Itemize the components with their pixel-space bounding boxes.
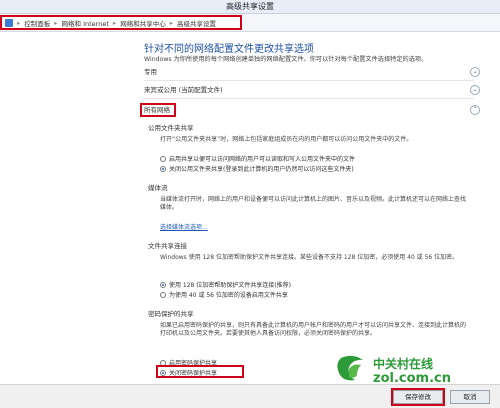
- chevron-down-icon[interactable]: ⌄: [470, 85, 480, 95]
- profile-private[interactable]: 专用 ⌄: [144, 66, 480, 78]
- control-panel-icon: [5, 18, 13, 27]
- profile-guest-public[interactable]: 来宾或公用 (当前配置文件) ⌄: [144, 84, 480, 96]
- divider: [144, 80, 474, 81]
- public-sharing-on-option[interactable]: 启用共享以便可以访问网络的用户可以读取和写入公用文件夹中的文件: [160, 154, 355, 163]
- chevron-up-icon[interactable]: ⌃: [470, 105, 480, 115]
- watermark-line2: zol.com.cn: [373, 371, 451, 385]
- public-folder-sharing-title: 公用文件夹共享: [148, 124, 194, 132]
- highlight-box: [391, 388, 445, 406]
- save-button[interactable]: 保存修改: [391, 388, 445, 406]
- media-streaming-options-link[interactable]: 选择媒体流选项...: [160, 222, 208, 231]
- crumb-separator: ▸: [54, 18, 58, 27]
- radio-button-selected[interactable]: [160, 369, 166, 376]
- crumb-separator: ▸: [17, 18, 21, 27]
- profile-private-label: 专用: [144, 68, 157, 76]
- media-streaming-desc: 当媒体流打开时，网络上的用户和设备便可以访问此计算机上的图片、音乐以及视频。此计…: [160, 196, 467, 211]
- footer-bar: 保存修改 取消: [0, 384, 500, 408]
- file-sharing-connection-desc: Windows 使用 128 位加密帮助保护文件共享连接。某些设备不支持 128…: [160, 254, 459, 261]
- page-description: Windows 为你所使用的每个网络创建单独的网络配置文件。你可以针对每个配置文…: [144, 56, 428, 63]
- highlight-box: [140, 103, 176, 117]
- encryption-40-56-option[interactable]: 为使用 40 或 56 位加密的设备启用文件共享: [160, 290, 288, 299]
- encryption-128-label: 使用 128 位加密帮助保护文件共享连接(推荐): [169, 282, 291, 289]
- encryption-40-56-label: 为使用 40 或 56 位加密的设备启用文件共享: [169, 292, 288, 299]
- password-sharing-desc: 如果已启用密码保护的共享，则只有具备此计算机的用户帐户和密码的用户才可以访问共享…: [160, 322, 467, 337]
- settings-content: 针对不同的网络配置文件更改共享选项 Windows 为你所使用的每个网络创建单独…: [0, 32, 500, 384]
- highlight-box: [156, 365, 244, 378]
- crumb-advanced-sharing[interactable]: 高级共享设置: [177, 18, 216, 28]
- radio-button-selected[interactable]: [160, 165, 166, 172]
- chevron-down-icon[interactable]: ⌄: [470, 67, 480, 77]
- crumb-separator: ▸: [112, 18, 117, 27]
- profile-guest-public-label: 来宾或公用 (当前配置文件): [144, 86, 223, 94]
- cancel-button-label: 取消: [463, 393, 477, 401]
- breadcrumb[interactable]: ▸ 控制面板 ▸ 网络和 Internet ▸ 网络和共享中心 ▸ 高级共享设置: [0, 15, 242, 30]
- media-streaming-title: 媒体流: [148, 184, 168, 192]
- file-sharing-connection-title: 文件共享连接: [148, 242, 187, 250]
- password-sharing-title: 密码保护的共享: [148, 310, 194, 318]
- profile-all-networks[interactable]: 所有网络 ⌃: [140, 103, 480, 117]
- window-titlebar: 高级共享设置: [0, 0, 500, 14]
- zol-logo-icon: [337, 355, 363, 381]
- zol-watermark: 中关村在线 zol.com.cn: [337, 355, 451, 385]
- radio-button-selected[interactable]: [160, 281, 166, 288]
- page-title: 针对不同的网络配置文件更改共享选项: [144, 44, 314, 55]
- crumb-control-panel[interactable]: 控制面板: [24, 18, 50, 28]
- public-folder-sharing-desc: 打开“公用文件夹共享”时，网络上包括家庭组成员在内的用户都可以访问公用文件夹中的…: [160, 136, 413, 143]
- encryption-128-option[interactable]: 使用 128 位加密帮助保护文件共享连接(推荐): [160, 280, 291, 289]
- watermark-line1: 中关村在线: [373, 356, 433, 371]
- public-sharing-off-label: 关闭公用文件夹共享(登录到此计算机的用户仍然可以访问这些文件夹): [169, 166, 354, 173]
- public-sharing-on-label: 启用共享以便可以访问网络的用户可以读取和写入公用文件夹中的文件: [169, 156, 356, 163]
- crumb-separator: ▸: [169, 18, 173, 27]
- crumb-network-sharing-center[interactable]: 网络和共享中心: [120, 18, 166, 28]
- divider: [144, 98, 474, 99]
- cancel-button[interactable]: 取消: [450, 390, 490, 404]
- address-bar: ▸ 控制面板 ▸ 网络和 Internet ▸ 网络和共享中心 ▸ 高级共享设置: [0, 14, 500, 32]
- window-title: 高级共享设置: [226, 2, 274, 11]
- public-sharing-off-option[interactable]: 关闭公用文件夹共享(登录到此计算机的用户仍然可以访问这些文件夹): [160, 164, 354, 173]
- crumb-network-internet[interactable]: 网络和 Internet: [62, 18, 109, 28]
- radio-button[interactable]: [160, 155, 166, 162]
- password-sharing-off-option[interactable]: 关闭密码保护共享: [156, 365, 244, 378]
- radio-button[interactable]: [160, 291, 166, 298]
